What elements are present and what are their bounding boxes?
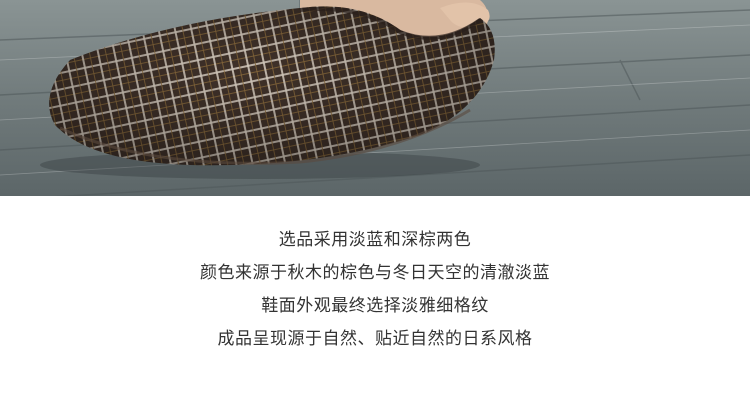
description-line: 成品呈现源于自然、贴近自然的日系风格 <box>217 329 533 349</box>
product-detail-page: 选品采用淡蓝和深棕两色 颜色来源于秋木的棕色与冬日天空的清澈淡蓝 鞋面外观最终选… <box>0 0 750 408</box>
slipper-photo <box>0 0 750 196</box>
description-line: 鞋面外观最终选择淡雅细格纹 <box>261 296 489 316</box>
description-line: 选品采用淡蓝和深棕两色 <box>278 230 472 250</box>
description-line: 颜色来源于秋木的棕色与冬日天空的清澈淡蓝 <box>200 263 550 283</box>
description-text: 选品采用淡蓝和深棕两色 颜色来源于秋木的棕色与冬日天空的清澈淡蓝 鞋面外观最终选… <box>0 224 750 356</box>
